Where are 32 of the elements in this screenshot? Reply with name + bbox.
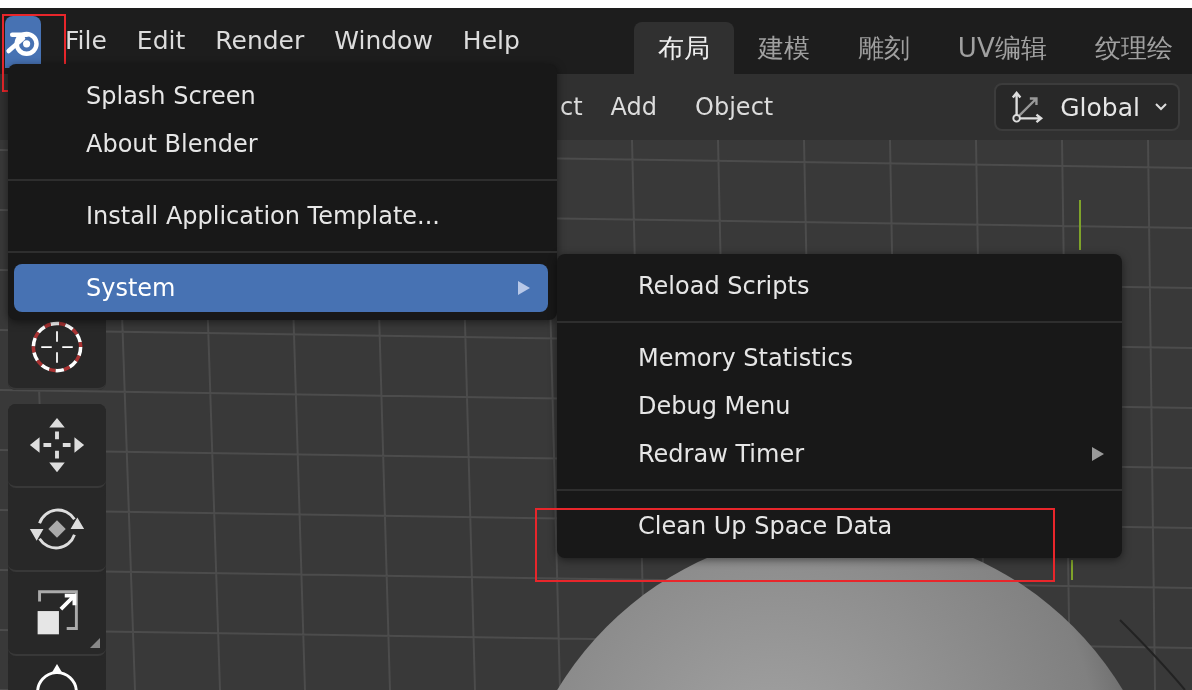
header-menu-item[interactable]: Object [695, 93, 774, 121]
menu-item[interactable]: Render [209, 24, 311, 58]
submenu-arrow-icon [518, 281, 530, 295]
header-menu-item[interactable]: ct [560, 93, 583, 121]
orientation-dropdown[interactable]: Global [994, 83, 1180, 131]
menu-item[interactable]: Help [456, 24, 526, 58]
menu-item[interactable]: Clean Up Space Data [557, 502, 1122, 550]
menu-item[interactable]: About Blender [8, 120, 557, 168]
tool-button[interactable] [8, 404, 106, 488]
menu-item[interactable]: Redraw Timer [557, 430, 1122, 478]
workspace-tab[interactable]: 纹理绘 [1070, 22, 1192, 74]
header-menu-item[interactable]: Add [610, 93, 658, 121]
menu-item[interactable]: Reload Scripts [557, 262, 1122, 310]
menu-item[interactable]: Splash Screen [8, 72, 557, 120]
submenu-arrow-icon [1092, 447, 1104, 461]
chevron-icon [1154, 102, 1168, 112]
menu-item[interactable]: Memory Statistics [557, 334, 1122, 382]
menu-item[interactable]: Debug Menu [557, 382, 1122, 430]
workspace-tab[interactable]: 建模 [733, 22, 834, 74]
corner-triangle-icon [90, 638, 100, 648]
menu-item[interactable]: System [14, 264, 548, 312]
workspace-tab[interactable]: UV编辑 [933, 22, 1071, 74]
app-menu-button[interactable] [5, 16, 41, 68]
dropdown-value: Global [1060, 92, 1140, 122]
menu-item[interactable]: Window [328, 24, 439, 58]
menu-item[interactable]: Install Application Template... [8, 192, 557, 240]
workspace-tab[interactable]: 布局 [633, 22, 734, 74]
menu-item[interactable]: Edit [130, 24, 192, 58]
workspace-tab[interactable]: 雕刻 [833, 22, 934, 74]
axes-icon [1010, 90, 1045, 124]
menu-item[interactable]: File [59, 24, 113, 58]
cursor-icon [29, 319, 85, 375]
